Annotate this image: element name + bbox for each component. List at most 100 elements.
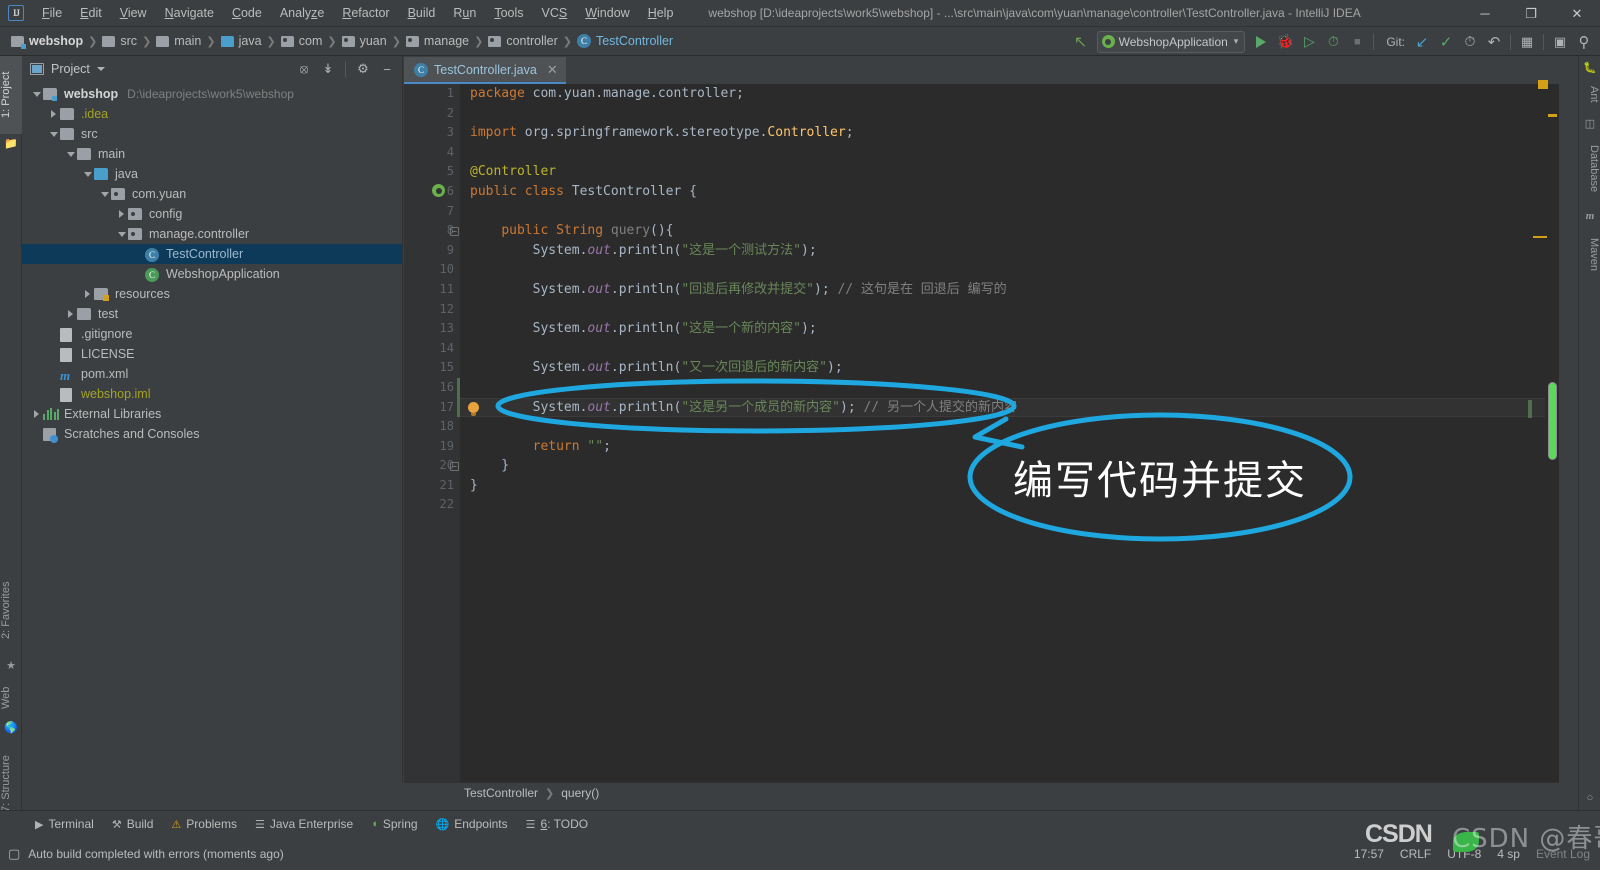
fold-collapse-icon-2[interactable]: − (450, 462, 459, 471)
breadcrumb-webshop[interactable]: webshop (8, 32, 86, 50)
chevron-down-icon[interactable] (30, 91, 43, 97)
stripe-warning-marker-top[interactable] (1538, 80, 1548, 89)
tree-node-src[interactable]: src (22, 124, 402, 144)
tool-window-java-enterprise[interactable]: ☰ Java Enterprise (246, 814, 362, 834)
tree-node-resources[interactable]: resources (22, 284, 402, 304)
tool-window-problems[interactable]: ⚠ Problems (162, 814, 246, 834)
menu-tools[interactable]: Tools (485, 2, 532, 24)
menu-build[interactable]: Build (399, 2, 445, 24)
menu-refactor[interactable]: Refactor (333, 2, 398, 24)
menu-navigate[interactable]: Navigate (156, 2, 223, 24)
error-stripe-marker-bar[interactable] (1545, 112, 1559, 782)
chevron-right-icon[interactable] (47, 110, 60, 118)
breadcrumb-controller[interactable]: controller (485, 32, 560, 50)
tree-node-webshopapplication[interactable]: C WebshopApplication (22, 264, 402, 284)
tool-window-web[interactable]: Web (0, 676, 22, 720)
settings-gear-icon[interactable]: ⚙ (352, 58, 374, 80)
tree-node-manage-controller[interactable]: manage.controller (22, 224, 402, 244)
breadcrumb-src[interactable]: src (99, 32, 140, 50)
tree-node-pom-xml[interactable]: m pom.xml (22, 364, 402, 384)
tree-node-test[interactable]: test (22, 304, 402, 324)
locate-file-icon[interactable]: ⦻ (293, 58, 315, 80)
tool-window-todo[interactable]: ☰ 6: TODO (517, 814, 597, 834)
tree-node-testcontroller[interactable]: C TestController (22, 244, 402, 264)
build-hammer-icon[interactable]: ↖ (1069, 30, 1093, 54)
chevron-down-icon[interactable] (81, 171, 94, 177)
editor-tab-testcontroller[interactable]: C TestController.java ✕ (404, 57, 566, 84)
update-project-icon[interactable]: ↙ (1410, 30, 1434, 54)
run-configuration-selector[interactable]: WebshopApplication ▾ (1096, 30, 1246, 53)
tool-window-terminal[interactable]: ▶ Terminal (26, 814, 103, 834)
debug-button[interactable]: 🐞 (1273, 30, 1297, 54)
run-button[interactable] (1249, 30, 1273, 54)
editor-gutter[interactable]: − − 1 2 3 4 5 6 7 8 9 10 11 12 13 14 15 16 17 18 19 20 21 22 (404, 84, 460, 782)
chevron-down-icon[interactable] (64, 151, 77, 157)
code-editor[interactable]: − − 1 2 3 4 5 6 7 8 9 10 11 12 13 14 15 16 17 18 19 20 21 22 … (404, 84, 1559, 782)
tool-window-favorites[interactable]: 2: Favorites (0, 562, 22, 658)
menu-run[interactable]: Run (444, 2, 485, 24)
tree-node--idea[interactable]: .idea (22, 104, 402, 124)
chevron-right-icon[interactable] (115, 210, 128, 218)
hide-panel-icon[interactable]: − (376, 58, 398, 80)
commit-icon[interactable]: ✓ (1434, 30, 1458, 54)
chevron-right-icon[interactable] (30, 410, 43, 418)
chevron-down-icon[interactable] (98, 191, 111, 197)
menu-help[interactable]: Help (639, 2, 683, 24)
search-everywhere-icon[interactable]: ⚲ (1572, 30, 1596, 54)
breadcrumb-com[interactable]: com (278, 32, 326, 50)
tree-node-java[interactable]: java (22, 164, 402, 184)
profile-button[interactable]: ⏱ (1321, 30, 1345, 54)
chevron-down-icon[interactable] (115, 231, 128, 237)
editor-scrollbar-thumb[interactable] (1548, 382, 1557, 460)
stripe-warning-marker-mid[interactable] (1533, 236, 1547, 238)
menu-code[interactable]: Code (223, 2, 271, 24)
chevron-right-icon[interactable] (81, 290, 94, 298)
menu-analyze[interactable]: Analyze (271, 2, 333, 24)
fold-collapse-icon[interactable]: − (450, 227, 459, 236)
menu-edit[interactable]: Edit (71, 2, 111, 24)
tool-window-database[interactable]: Database (1578, 132, 1600, 206)
project-structure-icon[interactable]: ▦ (1515, 30, 1539, 54)
rollback-icon[interactable]: ↶ (1482, 30, 1506, 54)
menu-vcs[interactable]: VCS (533, 2, 577, 24)
tree-node-license[interactable]: LICENSE (22, 344, 402, 364)
stop-button[interactable]: ■ (1345, 30, 1369, 54)
tree-node-scratches-and-consoles[interactable]: Scratches and Consoles (22, 424, 402, 444)
run-with-coverage-button[interactable]: ▷ (1297, 30, 1321, 54)
tree-node-com-yuan[interactable]: com.yuan (22, 184, 402, 204)
tree-node--gitignore[interactable]: .gitignore (22, 324, 402, 344)
minimize-button[interactable]: ─ (1462, 0, 1508, 27)
tool-window-build[interactable]: ⚒ Build (103, 814, 163, 834)
code-text[interactable]: package com.yuan.manage.controller; impo… (460, 84, 1559, 782)
breadcrumb-main[interactable]: main (153, 32, 204, 50)
collapse-all-icon[interactable]: ↡ (317, 58, 339, 80)
maximize-button[interactable]: ❐ (1508, 0, 1554, 27)
tree-node-config[interactable]: config (22, 204, 402, 224)
tool-window-project[interactable]: 1: Project (0, 56, 22, 134)
breadcrumb-yuan[interactable]: yuan (339, 32, 390, 50)
breadcrumb-class[interactable]: TestController (464, 786, 538, 800)
stripe-warning-marker[interactable] (1548, 114, 1557, 117)
close-button[interactable]: ✕ (1554, 0, 1600, 27)
menu-view[interactable]: View (111, 2, 156, 24)
tool-window-ant[interactable]: Ant (1578, 76, 1600, 112)
close-icon[interactable]: ✕ (547, 62, 558, 78)
tool-window-endpoints[interactable]: 🌐 Endpoints (427, 814, 517, 834)
tool-window-maven[interactable]: Maven (1578, 226, 1600, 284)
breadcrumb-manage[interactable]: manage (403, 32, 472, 50)
menu-file[interactable]: File (33, 2, 71, 24)
chevron-right-icon[interactable] (64, 310, 77, 318)
menu-window[interactable]: Window (576, 2, 638, 24)
tree-node-webshop[interactable]: webshop D:\ideaprojects\work5\webshop (22, 84, 402, 104)
spring-bean-gutter-icon[interactable] (432, 184, 445, 197)
tree-node-main[interactable]: main (22, 144, 402, 164)
tool-window-spring[interactable]: ◖ Spring (362, 814, 426, 834)
chevron-down-icon[interactable] (47, 131, 60, 137)
tree-node-webshop-iml[interactable]: webshop.iml (22, 384, 402, 404)
breadcrumb-java[interactable]: java (218, 32, 265, 50)
select-in-icon[interactable]: ▣ (1548, 30, 1572, 54)
breadcrumb-testcontroller[interactable]: C TestController (574, 32, 676, 50)
history-icon[interactable]: ⏱ (1458, 30, 1482, 54)
chevron-down-icon[interactable] (96, 67, 105, 71)
tree-node-external-libraries[interactable]: External Libraries (22, 404, 402, 424)
